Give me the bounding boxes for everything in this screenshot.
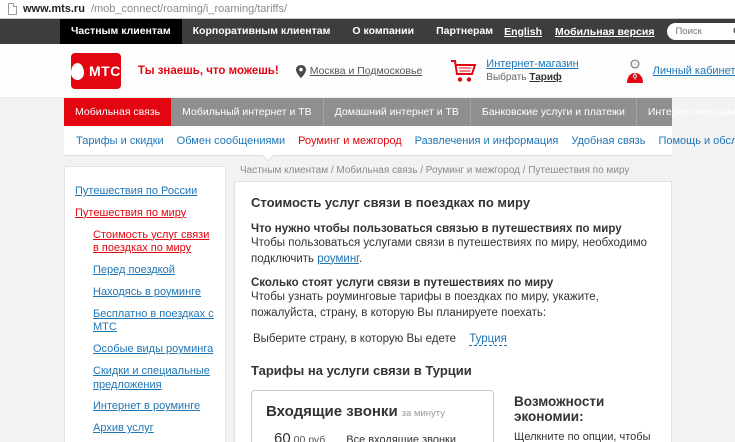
breadcrumb: Частным клиентам / Мобильная связь / Роу… [240,165,672,176]
subnav-help[interactable]: Помощь и обслуживание [658,135,735,147]
subnav-entertainment[interactable]: Развлечения и информация [415,135,559,147]
tariff-incoming-desc: Все входящие звонки [346,434,456,442]
personal-account-link[interactable]: Личный кабинет [653,65,735,77]
savings-text: Щелкните по опции, чтобы узнать, как она… [514,430,655,442]
sidebar-item-travel-russia[interactable]: Путешествия по России [75,185,217,199]
sub-nav: Тарифы и скидки Обмен сообщениями Роумин… [64,126,672,156]
nav-tab-home-internet-tv[interactable]: Домашний интернет и ТВ [324,98,471,126]
section2-heading: Сколько стоят услуги связи в путешествия… [251,277,655,289]
top-utility-bar: Частным клиентам Корпоративным клиентам … [0,19,735,44]
sidebar-item-free-with-mts[interactable]: Бесплатно в поездках с МТС [93,308,217,336]
subnav-convenient[interactable]: Удобная связь [571,135,645,147]
country-dropdown[interactable]: Турция [469,333,507,346]
mts-logo[interactable]: МТС [71,53,121,89]
tariff-incoming: Входящие звонкиза минуту 60,00 руб. Все … [266,403,479,442]
nav-tab-mobile-internet-tv[interactable]: Мобильный интернет и ТВ [171,98,324,126]
mobile-version-link[interactable]: Мобильная версия [555,26,654,38]
account-block: Личный кабинет [625,59,735,83]
savings-panel: Возможности экономии: Щелкните по опции,… [494,390,655,442]
section1-text: Чтобы пользоваться услугами связи в путе… [251,236,655,267]
search-input[interactable] [675,26,733,37]
logo-text: МТС [89,63,121,79]
subnav-messaging[interactable]: Обмен сообщениями [177,135,286,147]
user-icon[interactable] [625,59,645,83]
url-path: /mob_connect/roaming/i_roaming/tariffs/ [91,3,287,15]
section2-text: Чтобы узнать роуминговые тарифы в поездк… [251,290,655,321]
cart-icon[interactable] [450,59,478,84]
section1-heading: Что нужно чтобы пользоваться связью в пу… [251,223,655,235]
topbar-item-partners[interactable]: Партнерам [425,19,504,44]
region-selector[interactable]: Москва и Подмосковье [296,65,423,78]
tariff-link[interactable]: Тариф [529,72,561,83]
country-selector-row: Выберите страну, в которую Вы едете Турц… [253,333,655,345]
site-header: МТС Ты знаешь, что можешь! Москва и Подм… [0,44,735,98]
egg-icon [71,63,84,80]
sidebar-menu: Путешествия по России Путешествия по мир… [64,166,226,442]
savings-heading: Возможности экономии: [514,394,655,424]
sidebar-item-service-archive[interactable]: Архив услуг [93,422,217,436]
subnav-roaming[interactable]: Роуминг и межгород [298,135,402,147]
nav-tab-banking[interactable]: Банковские услуги и платежи [471,98,637,126]
topbar-item-about-company[interactable]: О компании [341,19,425,44]
sidebar-item-in-roaming[interactable]: Находясь в роуминге [93,286,217,300]
english-link[interactable]: English [504,26,542,38]
topbar-item-corporate-clients[interactable]: Корпоративным клиентам [182,19,342,44]
shop-block: Интернет-магазин Выбрать Тариф [450,58,578,84]
region-link[interactable]: Москва и Подмосковье [310,65,423,77]
tariffs-heading: Тарифы на услуги связи в Турции [251,363,655,378]
page-title: Стоимость услуг связи в поездках по миру [251,195,655,210]
main-nav: Мобильная связь Мобильный интернет и ТВ … [64,98,672,126]
page-icon [8,3,17,15]
topbar-item-private-clients[interactable]: Частным клиентам [60,19,182,44]
tariff-incoming-title: Входящие звонкиза минуту [266,403,479,420]
sidebar-item-before-trip[interactable]: Перед поездкой [93,264,217,278]
tagline: Ты знаешь, что можешь! [138,65,279,77]
main-content: Стоимость услуг связи в поездках по миру… [234,181,672,442]
sidebar-item-special-roaming[interactable]: Особые виды роуминга [93,343,217,357]
subnav-tariffs[interactable]: Тарифы и скидки [76,135,164,147]
sidebar-item-cost-of-services[interactable]: Стоимость услуг связи в поездках по миру [93,229,217,257]
nav-tab-mobile[interactable]: Мобильная связь [64,98,171,126]
choose-tariff-line: Выбрать Тариф [486,72,578,85]
online-shop-link[interactable]: Интернет-магазин [486,58,578,72]
tariff-card: Входящие звонкиза минуту 60,00 руб. Все … [251,390,494,442]
tariff-incoming-price: 60 [274,430,291,442]
country-selector-label: Выберите страну, в которую Вы едете [253,333,456,345]
tariff-incoming-unit: за минуту [402,408,445,419]
nav-tab-shop[interactable]: Интернет-магазин [637,98,735,126]
roaming-link[interactable]: роуминг [317,253,359,265]
sidebar-item-discounts[interactable]: Скидки и специальные предложения [93,365,217,393]
location-pin-icon [296,65,306,78]
url-host: www.mts.ru [23,3,85,15]
search-box[interactable] [667,23,735,40]
sidebar-item-travel-world[interactable]: Путешествия по миру [75,207,217,221]
sidebar-item-internet-roaming[interactable]: Интернет в роуминге [93,400,217,414]
browser-address-bar[interactable]: www.mts.ru/mob_connect/roaming/i_roaming… [0,0,735,19]
